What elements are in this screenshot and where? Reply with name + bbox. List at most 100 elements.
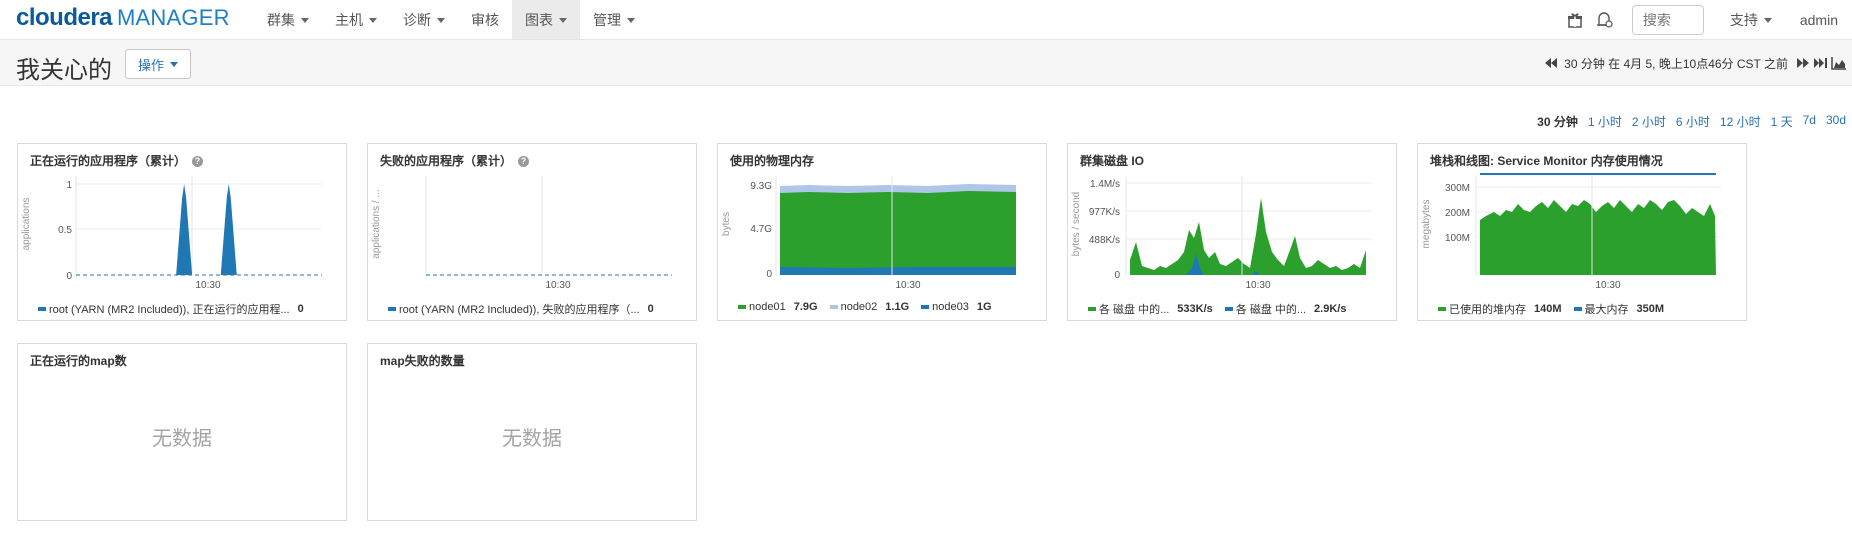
- chart-panel-running-apps[interactable]: 正在运行的应用程序（累计）? applications 1 0.5 0 10:3…: [17, 143, 347, 321]
- range-6h[interactable]: 6 小时: [1676, 113, 1710, 130]
- disk-io-plot: bytes / second 1.4M/s 977K/s 488K/s 0 10…: [1071, 176, 1372, 291]
- legend-item[interactable]: 各 磁盘 中的... 2.9K/s: [1224, 301, 1346, 317]
- legend: 已使用的堆内存 140M 最大内存 350M: [1438, 301, 1676, 317]
- range-7d[interactable]: 7d: [1803, 113, 1816, 130]
- nav-hosts[interactable]: 主机: [322, 0, 390, 39]
- y-tick-0: 0: [766, 269, 772, 280]
- nav-support[interactable]: 支持: [1716, 0, 1786, 39]
- nav-diagnostics-label: 诊断: [403, 11, 431, 28]
- y-tick-100m: 100M: [1445, 233, 1470, 244]
- panel-title: 群集磁盘 IO: [1080, 154, 1145, 168]
- range-2h[interactable]: 2 小时: [1632, 113, 1666, 130]
- nav-right: 支持 admin: [1560, 0, 1852, 39]
- legend-value: 1.1G: [885, 301, 910, 313]
- rewind-icon[interactable]: [1542, 54, 1560, 72]
- failed-apps-plot: applications / ... 10:30: [371, 176, 672, 291]
- panel-title: 正在运行的应用程序（累计）: [30, 154, 187, 168]
- legend-item[interactable]: 各 磁盘 中的... 533K/s: [1088, 301, 1213, 317]
- legend-swatch: [1438, 307, 1446, 311]
- range-30m[interactable]: 30 分钟: [1537, 113, 1578, 130]
- nav-clusters[interactable]: 群集: [254, 0, 322, 39]
- chevron-down-icon: [369, 17, 377, 23]
- legend-value: 0: [647, 303, 654, 315]
- y-axis-label: applications: [21, 198, 32, 251]
- chart-panel-failed-maps[interactable]: map失败的数量 无数据: [367, 343, 697, 521]
- chevron-down-icon: [170, 62, 179, 67]
- legend-value: 140M: [1534, 303, 1562, 315]
- legend: node01 7.9G node02 1.1G node03 1G: [738, 301, 1004, 313]
- y-tick-0-5: 0.5: [58, 225, 72, 236]
- nav-charts[interactable]: 图表: [512, 0, 580, 39]
- no-data-message: 无数据: [152, 428, 212, 450]
- search-input[interactable]: [1631, 4, 1704, 35]
- y-axis-label: applications / ...: [371, 189, 382, 258]
- nav-administration-label: 管理: [593, 11, 621, 28]
- x-tick-1030: 10:30: [895, 280, 920, 291]
- y-tick-300m: 300M: [1445, 183, 1470, 194]
- series-heap-used-area: [1480, 200, 1716, 275]
- chart-panel-service-monitor-memory[interactable]: 堆栈和线图: Service Monitor 内存使用情况 megabytes …: [1417, 143, 1747, 321]
- y-axis-label: megabytes: [1421, 200, 1432, 249]
- legend-label: 最大内存: [1584, 304, 1629, 316]
- time-range-selector: 30 分钟 1 小时 2 小时 6 小时 12 小时 1 天 7d 30d: [1527, 113, 1846, 130]
- range-1d[interactable]: 1 天: [1771, 113, 1793, 130]
- brand-manager: MANAGER: [117, 5, 230, 30]
- no-data-message: 无数据: [502, 428, 562, 450]
- help-icon[interactable]: ?: [192, 156, 204, 167]
- panel-title: 失败的应用程序（累计）: [380, 154, 513, 168]
- help-icon[interactable]: ?: [518, 156, 530, 167]
- page-title: 我关心的: [16, 57, 112, 84]
- legend-swatch: [388, 307, 396, 311]
- chart-panel-failed-apps[interactable]: 失败的应用程序（累计）? applications / ... 10:30 ro…: [367, 143, 697, 321]
- legend-label: root (YARN (MR2 Included)), 正在运行的应用程...: [49, 304, 290, 316]
- legend-swatch: [38, 307, 46, 311]
- series-disk-io-green-area: [1130, 198, 1366, 275]
- range-1h[interactable]: 1 小时: [1588, 113, 1622, 130]
- range-30d[interactable]: 30d: [1826, 113, 1846, 130]
- legend-label: 各 磁盘 中的...: [1235, 304, 1307, 316]
- series-node03-area: [780, 267, 1016, 275]
- time-range-text: 30 分钟 在 4月 5, 晚上10点46分 CST 之前: [1564, 56, 1788, 71]
- legend: root (YARN (MR2 Included)), 正在运行的应用程... 0: [38, 301, 316, 317]
- area-chart-icon[interactable]: [1830, 54, 1848, 72]
- legend-value: 1G: [976, 301, 992, 313]
- gift-icon[interactable]: [1560, 5, 1590, 35]
- chevron-down-icon: [559, 17, 567, 23]
- nav-audits[interactable]: 审核: [458, 0, 512, 39]
- nav-administration[interactable]: 管理: [580, 0, 648, 39]
- physical-memory-plot: bytes 9.3G 4.7G 0 10:30: [721, 176, 1016, 291]
- legend-item[interactable]: node02 1.1G: [829, 301, 910, 313]
- x-tick-1030: 10:30: [1595, 280, 1620, 291]
- actions-button[interactable]: 操作: [125, 49, 192, 79]
- brand-cloudera: cloudera: [16, 4, 113, 31]
- legend: 各 磁盘 中的... 533K/s 各 磁盘 中的... 2.9K/s: [1088, 301, 1358, 317]
- chart-panel-running-maps[interactable]: 正在运行的map数 无数据: [17, 343, 347, 521]
- legend-swatch: [1573, 307, 1582, 311]
- legend-label: root (YARN (MR2 Included)), 失败的应用程序（...: [399, 304, 640, 316]
- legend-item[interactable]: root (YARN (MR2 Included)), 正在运行的应用程... 0: [38, 301, 304, 317]
- legend-value: 0: [297, 303, 304, 315]
- nav-diagnostics[interactable]: 诊断: [390, 0, 458, 39]
- legend: root (YARN (MR2 Included)), 失败的应用程序（... 0: [388, 301, 666, 317]
- actions-button-label: 操作: [138, 57, 165, 73]
- page-header: 我关心的 操作 30 分钟 在 4月 5, 晚上10点46分 CST 之前: [0, 40, 1852, 86]
- x-tick-1030: 10:30: [545, 280, 570, 291]
- y-tick-0: 0: [66, 271, 72, 282]
- legend-item[interactable]: root (YARN (MR2 Included)), 失败的应用程序（... 0: [388, 301, 654, 317]
- fast-forward-icon[interactable]: [1794, 54, 1812, 72]
- running-commands-icon[interactable]: [1590, 5, 1620, 35]
- legend-label: node03: [932, 301, 969, 313]
- legend-item[interactable]: 最大内存 350M: [1573, 301, 1664, 317]
- nav-user[interactable]: admin: [1786, 0, 1852, 39]
- range-12h[interactable]: 12 小时: [1720, 113, 1761, 130]
- service-monitor-memory-plot: megabytes 300M 200M 100M 10:30: [1421, 173, 1722, 291]
- chart-panel-physical-memory[interactable]: 使用的物理内存 bytes 9.3G 4.7G 0 10:30 node01 7.…: [717, 143, 1047, 321]
- legend-item[interactable]: node01 7.9G: [738, 301, 818, 313]
- skip-to-now-icon[interactable]: [1812, 54, 1830, 72]
- legend-item[interactable]: 已使用的堆内存 140M: [1438, 301, 1562, 317]
- cloudera-manager-logo[interactable]: cloudera MANAGER: [16, 4, 230, 34]
- legend-item[interactable]: node03 1G: [921, 301, 992, 313]
- top-navbar: cloudera MANAGER 群集 主机 诊断 审核 图表 管理 支持 ad…: [0, 0, 1852, 40]
- y-tick-0: 0: [1114, 270, 1120, 281]
- chart-panel-cluster-disk-io[interactable]: 群集磁盘 IO bytes / second 1.4M/s 977K/s 488…: [1067, 143, 1397, 321]
